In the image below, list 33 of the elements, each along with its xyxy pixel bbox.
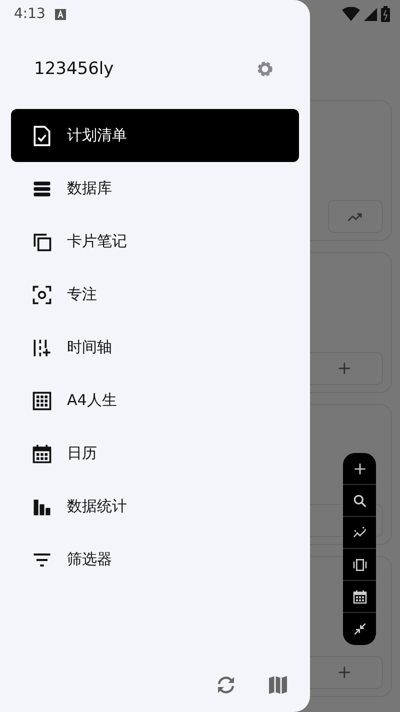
map-icon[interactable] [266,673,290,697]
drawer-item-label: 专注 [67,285,97,304]
drawer-item-label: 计划清单 [67,126,127,145]
drawer-item-label: 数据库 [67,179,112,198]
carousel-icon[interactable] [352,556,368,572]
drawer-item[interactable]: 数据统计 [11,480,299,533]
drawer-item-label: A4人生 [67,391,117,410]
viewfinder-icon [31,284,53,306]
calendar-icon[interactable] [352,588,368,604]
drawer-item-label: 筛选器 [67,550,112,569]
username: 123456ly [34,58,114,78]
drawer-item-label: 日历 [67,444,97,463]
drawer-item[interactable]: 计划清单 [11,109,299,162]
drawer-item-label: 卡片笔记 [67,232,127,251]
drawer-item[interactable]: 卡片笔记 [11,215,299,268]
wifi-icon [342,7,360,21]
battery-icon [381,6,390,22]
drawer-item[interactable]: 日历 [11,427,299,480]
drawer-item-label: 数据统计 [67,497,127,516]
collapse-arrows-icon[interactable] [352,621,368,637]
drawer-item[interactable]: 时间轴 [11,321,299,374]
calendar-icon [31,442,53,464]
drawer-item[interactable]: 专注 [11,268,299,321]
signal-icon [364,8,377,20]
status-time: 4:13 [14,6,46,22]
checklist-icon [31,124,53,146]
grid-icon [31,390,53,412]
drawer-item[interactable]: 筛选器 [11,533,299,586]
plus-icon[interactable] [352,460,368,476]
drawer-item-label: 时间轴 [67,338,112,357]
drawer-item[interactable]: A4人生 [11,374,299,427]
search-icon[interactable] [352,492,368,508]
drawer-item[interactable]: 数据库 [11,162,299,215]
